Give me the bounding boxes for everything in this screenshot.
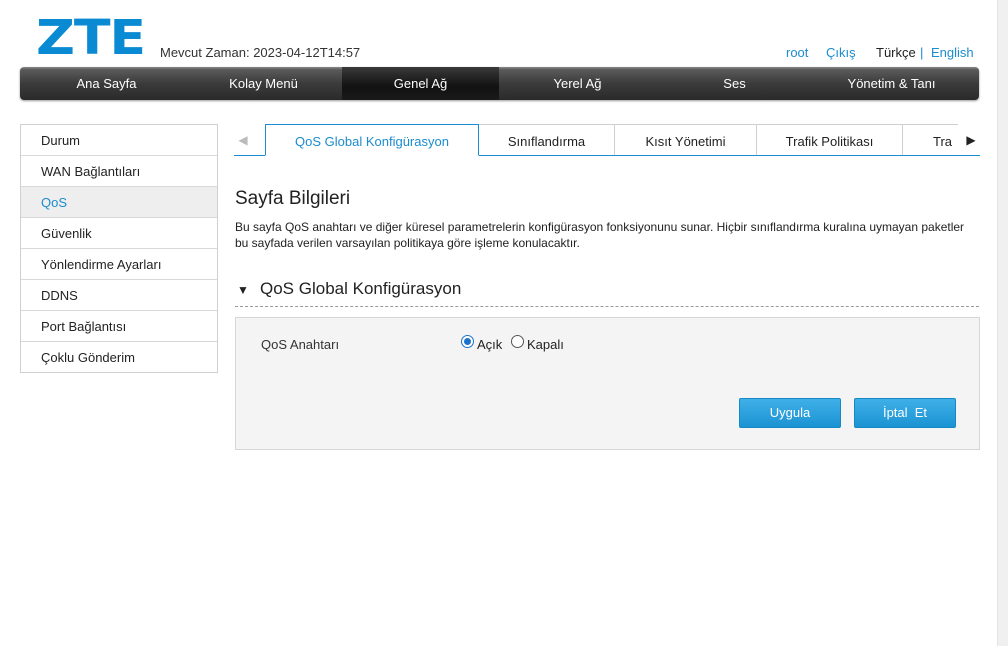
zte-logo: ZTE (36, 10, 146, 66)
cancel-button[interactable]: İptal Et (854, 398, 956, 428)
tab-truncated[interactable]: Tra (902, 124, 958, 155)
section-header[interactable]: ▼ QoS Global Konfigürasyon (235, 279, 979, 307)
tab-scroll-left-icon[interactable]: ◀ (236, 124, 250, 156)
sidebar-item-wan[interactable]: WAN Bağlantıları (21, 156, 217, 187)
apply-button[interactable]: Uygula (739, 398, 841, 428)
tab-traffic-policy[interactable]: Trafik Politikası (756, 124, 903, 155)
lang-english-link[interactable]: English (931, 45, 974, 60)
lang-turkish: Türkçe (876, 45, 916, 60)
tab-bar: ◀ QoS Global Konfigürasyon Sınıflandırma… (234, 124, 980, 156)
user-link[interactable]: root (786, 45, 808, 60)
nav-easy-menu[interactable]: Kolay Menü (185, 67, 342, 100)
tab-qos-global[interactable]: QoS Global Konfigürasyon (265, 124, 479, 156)
nav-voice[interactable]: Ses (656, 67, 813, 100)
sidebar-item-multicast[interactable]: Çoklu Gönderim (21, 342, 217, 372)
sidebar-item-port-binding[interactable]: Port Bağlantısı (21, 311, 217, 342)
sidebar-item-security[interactable]: Güvenlik (21, 218, 217, 249)
tab-limit-management[interactable]: Kısıt Yönetimi (614, 124, 757, 155)
nav-management[interactable]: Yönetim & Tanı (813, 67, 970, 100)
sidebar: Durum WAN Bağlantıları QoS Güvenlik Yönl… (20, 124, 218, 373)
nav-general-network[interactable]: Genel Ağ (342, 67, 499, 100)
nav-home[interactable]: Ana Sayfa (28, 67, 185, 100)
qos-off-radio[interactable] (511, 335, 524, 348)
sidebar-item-ddns[interactable]: DDNS (21, 280, 217, 311)
qos-on-radio[interactable] (461, 335, 474, 348)
logout-link[interactable]: Çıkış (826, 45, 856, 60)
current-time: Mevcut Zaman: 2023-04-12T14:57 (160, 45, 361, 60)
collapse-triangle-icon[interactable]: ▼ (237, 283, 249, 297)
sidebar-item-routing[interactable]: Yönlendirme Ayarları (21, 249, 217, 280)
tab-classification[interactable]: Sınıflandırma (478, 124, 615, 155)
qos-on-label[interactable]: Açık (477, 337, 502, 352)
sidebar-item-qos[interactable]: QoS (21, 187, 217, 218)
page-scrollbar[interactable] (997, 0, 1008, 646)
tab-scroll-right-icon[interactable]: ▶ (964, 124, 978, 156)
page-title: Sayfa Bilgileri (235, 188, 351, 209)
main-nav: Ana Sayfa Kolay Menü Genel Ağ Yerel Ağ S… (20, 67, 979, 100)
qos-off-label[interactable]: Kapalı (527, 337, 564, 352)
sidebar-item-status[interactable]: Durum (21, 125, 217, 156)
section-title: QoS Global Konfigürasyon (260, 279, 462, 298)
nav-local-network[interactable]: Yerel Ağ (499, 67, 656, 100)
qos-config-form: QoS Anahtarı Açık Kapalı Uygula İptal Et (235, 317, 980, 450)
lang-separator: | (920, 45, 924, 60)
qos-switch-label: QoS Anahtarı (261, 337, 340, 352)
page-description: Bu sayfa QoS anahtarı ve diğer küresel p… (235, 220, 965, 250)
